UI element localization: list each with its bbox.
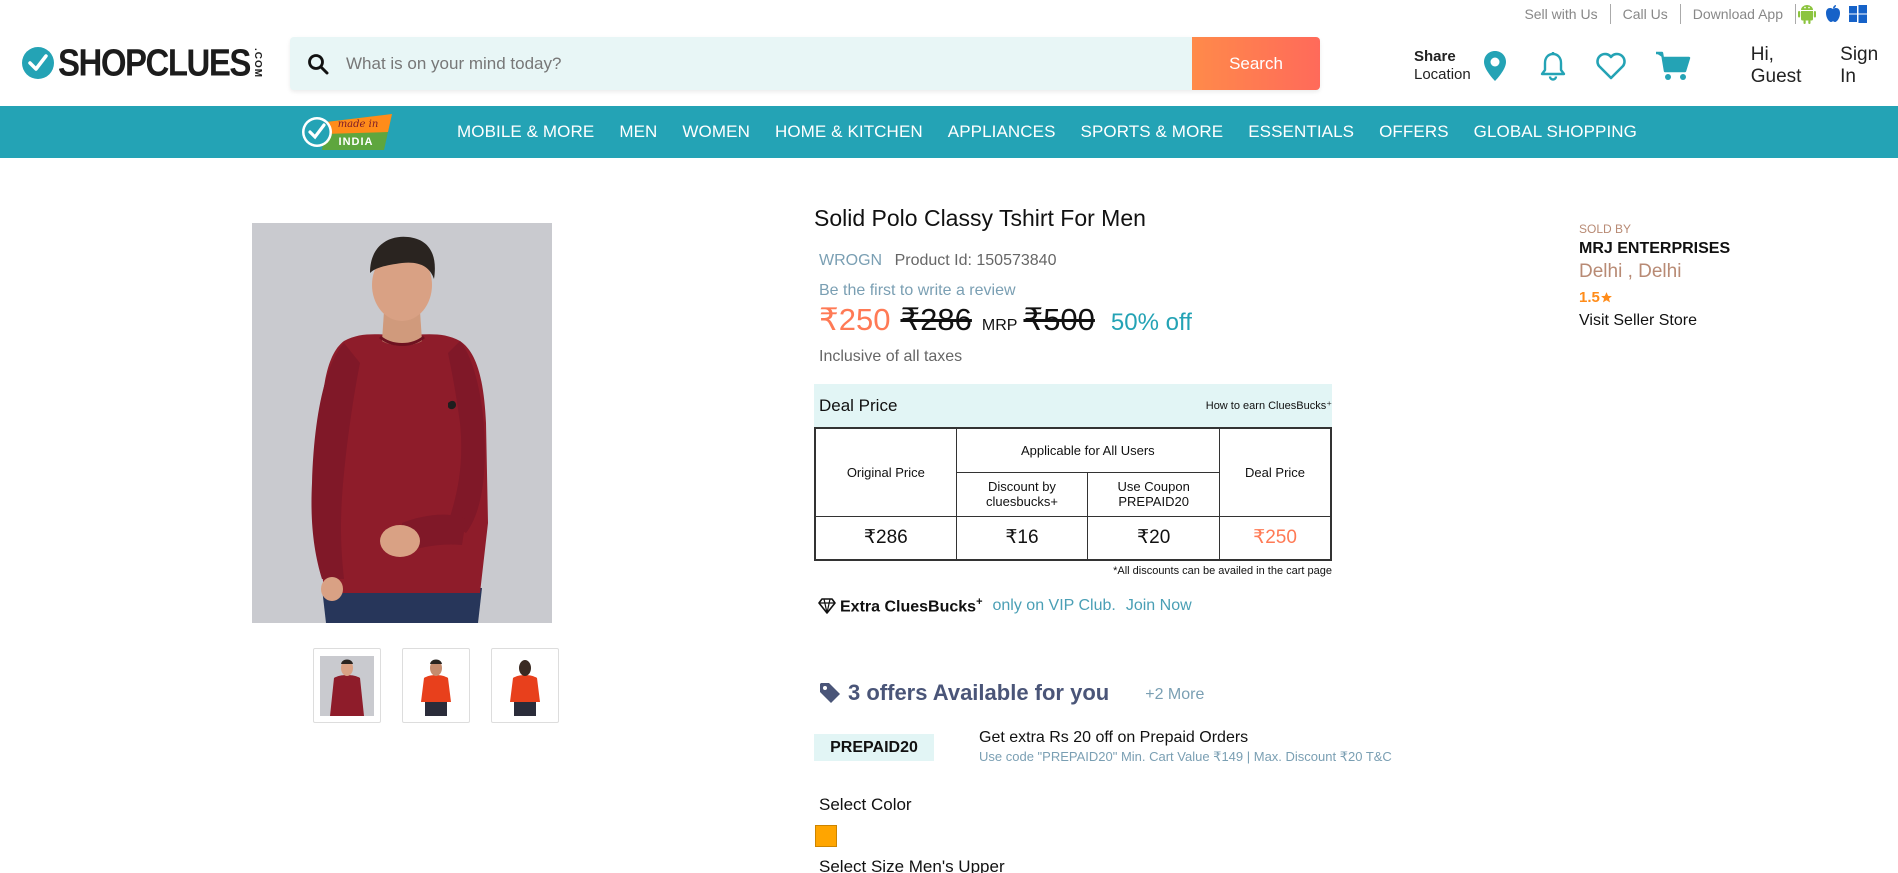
nav-item-offers[interactable]: OFFERS [1379,122,1449,142]
sold-by-label: SOLD BY [1579,222,1632,236]
nav-item-sports[interactable]: SPORTS & MORE [1081,122,1224,142]
share-location-sub: Location [1414,66,1471,83]
search-icon [290,53,346,75]
coupon-description: Get extra Rs 20 off on Prepaid Orders Us… [979,729,1392,765]
bell-icon[interactable] [1539,51,1567,81]
product-id: Product Id: 150573840 [894,252,1057,269]
nav-item-appliances[interactable]: APPLIANCES [948,122,1056,142]
col-applicable-users: Applicable for All Users [955,427,1221,473]
tag-icon [820,683,840,703]
color-swatch-orange[interactable] [815,825,837,847]
logo-com: .COM [251,47,263,79]
selling-price: ₹250 [819,302,891,337]
nav-item-mobile[interactable]: MOBILE & MORE [457,122,594,142]
search-input[interactable] [346,53,1192,74]
badge-made-in-text: made in [338,119,379,130]
visit-seller-store-link[interactable]: Visit Seller Store [1579,312,1730,330]
nav-item-women[interactable]: WOMEN [682,122,750,142]
logo-wordmark: SHOPCLUES [58,41,251,84]
wishlist-heart-icon[interactable] [1595,52,1627,80]
guest-greeting: Hi, Guest [1750,44,1802,87]
mrp-label: MRP [981,317,1018,334]
brand-link[interactable]: WROGN [819,252,882,269]
cart-icon[interactable] [1655,50,1691,82]
seller-location: Delhi , Delhi [1579,261,1682,282]
val-original-price: ₹286 [814,515,957,561]
made-in-india-badge[interactable]: made in INDIA [300,112,396,152]
price-row: ₹250 ₹286 MRP ₹500 50% off [819,302,1192,338]
deal-price-header: Deal Price How to earn CluesBucks⁺ [814,384,1332,427]
join-now-link[interactable]: Join Now [1126,597,1192,615]
discount-percent: 50% off [1110,309,1192,336]
header-actions: Share Location Hi, Guest Sign In [1414,44,1898,88]
sell-with-us-link[interactable]: Sell with Us [1512,4,1611,24]
val-cluesbucks-discount: ₹16 [955,515,1089,561]
thumbnail-1[interactable] [313,648,381,723]
vip-only-text: only on VIP Club. [992,597,1116,615]
product-main-image[interactable] [252,223,552,623]
android-icon[interactable] [1796,3,1818,25]
sign-in-link[interactable]: Sign In [1840,44,1898,88]
extra-cluesbucks-label: Extra CluesBucks+ [840,596,983,616]
val-coupon: ₹20 [1087,515,1221,561]
seller-rating: 1.5 [1579,289,1730,306]
offers-title: 3 offers Available for you [848,680,1110,705]
nav-items: MOBILE & MORE MEN WOMEN HOME & KITCHEN A… [457,106,1662,158]
download-app-link[interactable]: Download App [1681,4,1796,24]
coupon-code-badge[interactable]: PREPAID20 [814,734,934,761]
nav-item-home-kitchen[interactable]: HOME & KITCHEN [775,122,923,142]
strike-price: ₹286 [900,302,972,337]
seller-info: SOLD BY MRJ ENTERPRISES Delhi , Delhi 1.… [1579,222,1730,330]
diamond-icon [818,598,836,614]
share-location[interactable]: Share Location [1414,48,1471,84]
search-button[interactable]: Search [1192,37,1320,90]
col-deal-price: Deal Price [1219,427,1332,517]
nav-item-essentials[interactable]: ESSENTIALS [1248,122,1354,142]
windows-icon[interactable] [1848,4,1868,24]
search-bar: Search [290,37,1320,90]
logo-check-icon [22,47,54,79]
vip-club-row: Extra CluesBucks+ only on VIP Club. Join… [818,596,1192,616]
seller-rating-value: 1.5 [1579,289,1600,306]
location-pin-icon[interactable] [1483,50,1507,82]
col-coupon: Use Coupon PREPAID20 [1087,471,1221,517]
brand-row: WROGN Product Id: 150573840 [819,252,1056,270]
nav-item-global-shopping[interactable]: GLOBAL SHOPPING [1474,122,1637,142]
apple-icon[interactable] [1824,4,1842,24]
offers-header: 3 offers Available for you +2 More [818,680,1204,706]
discount-note: *All discounts can be availed in the car… [1113,565,1332,577]
thumbnail-strip [313,648,559,723]
thumbnail-3[interactable] [491,648,559,723]
coupon-terms[interactable]: Use code "PREPAID20" Min. Cart Value ₹14… [979,749,1392,765]
deal-price-table: Original Price Applicable for All Users … [814,427,1332,561]
utility-bar: Sell with Us Call Us Download App [1512,4,1868,24]
seller-name[interactable]: MRJ ENTERPRISES [1579,240,1730,258]
category-nav: made in INDIA MOBILE & MORE MEN WOMEN HO… [0,106,1898,158]
call-us-link[interactable]: Call Us [1611,4,1681,24]
col-original-price: Original Price [814,427,957,517]
select-size-label: Select Size Men's Upper [819,857,1005,873]
select-color-label: Select Color [819,795,912,814]
col-cluesbucks-discount: Discount by cluesbucks+ [955,471,1089,517]
shopclues-logo[interactable]: SHOPCLUES .COM [22,41,263,84]
nav-item-men[interactable]: MEN [619,122,657,142]
mrp-price: ₹500 [1023,302,1095,337]
badge-india-text: INDIA [339,136,374,148]
tax-note: Inclusive of all taxes [819,348,963,365]
deal-price-title: Deal Price [819,395,898,415]
how-to-earn-link[interactable]: How to earn CluesBucks⁺ [1206,399,1332,412]
val-deal-price: ₹250 [1219,515,1332,561]
coupon-title: Get extra Rs 20 off on Prepaid Orders [979,729,1249,746]
deal-price-box: Deal Price How to earn CluesBucks⁺ Origi… [814,384,1332,561]
thumbnail-2[interactable] [402,648,470,723]
more-offers-link[interactable]: +2 More [1145,686,1204,704]
star-icon [1600,292,1612,303]
write-review-link[interactable]: Be the first to write a review [819,282,1016,300]
app-store-icons [1796,3,1868,25]
product-title: Solid Polo Classy Tshirt For Men [814,205,1146,231]
share-location-title: Share [1414,48,1456,65]
